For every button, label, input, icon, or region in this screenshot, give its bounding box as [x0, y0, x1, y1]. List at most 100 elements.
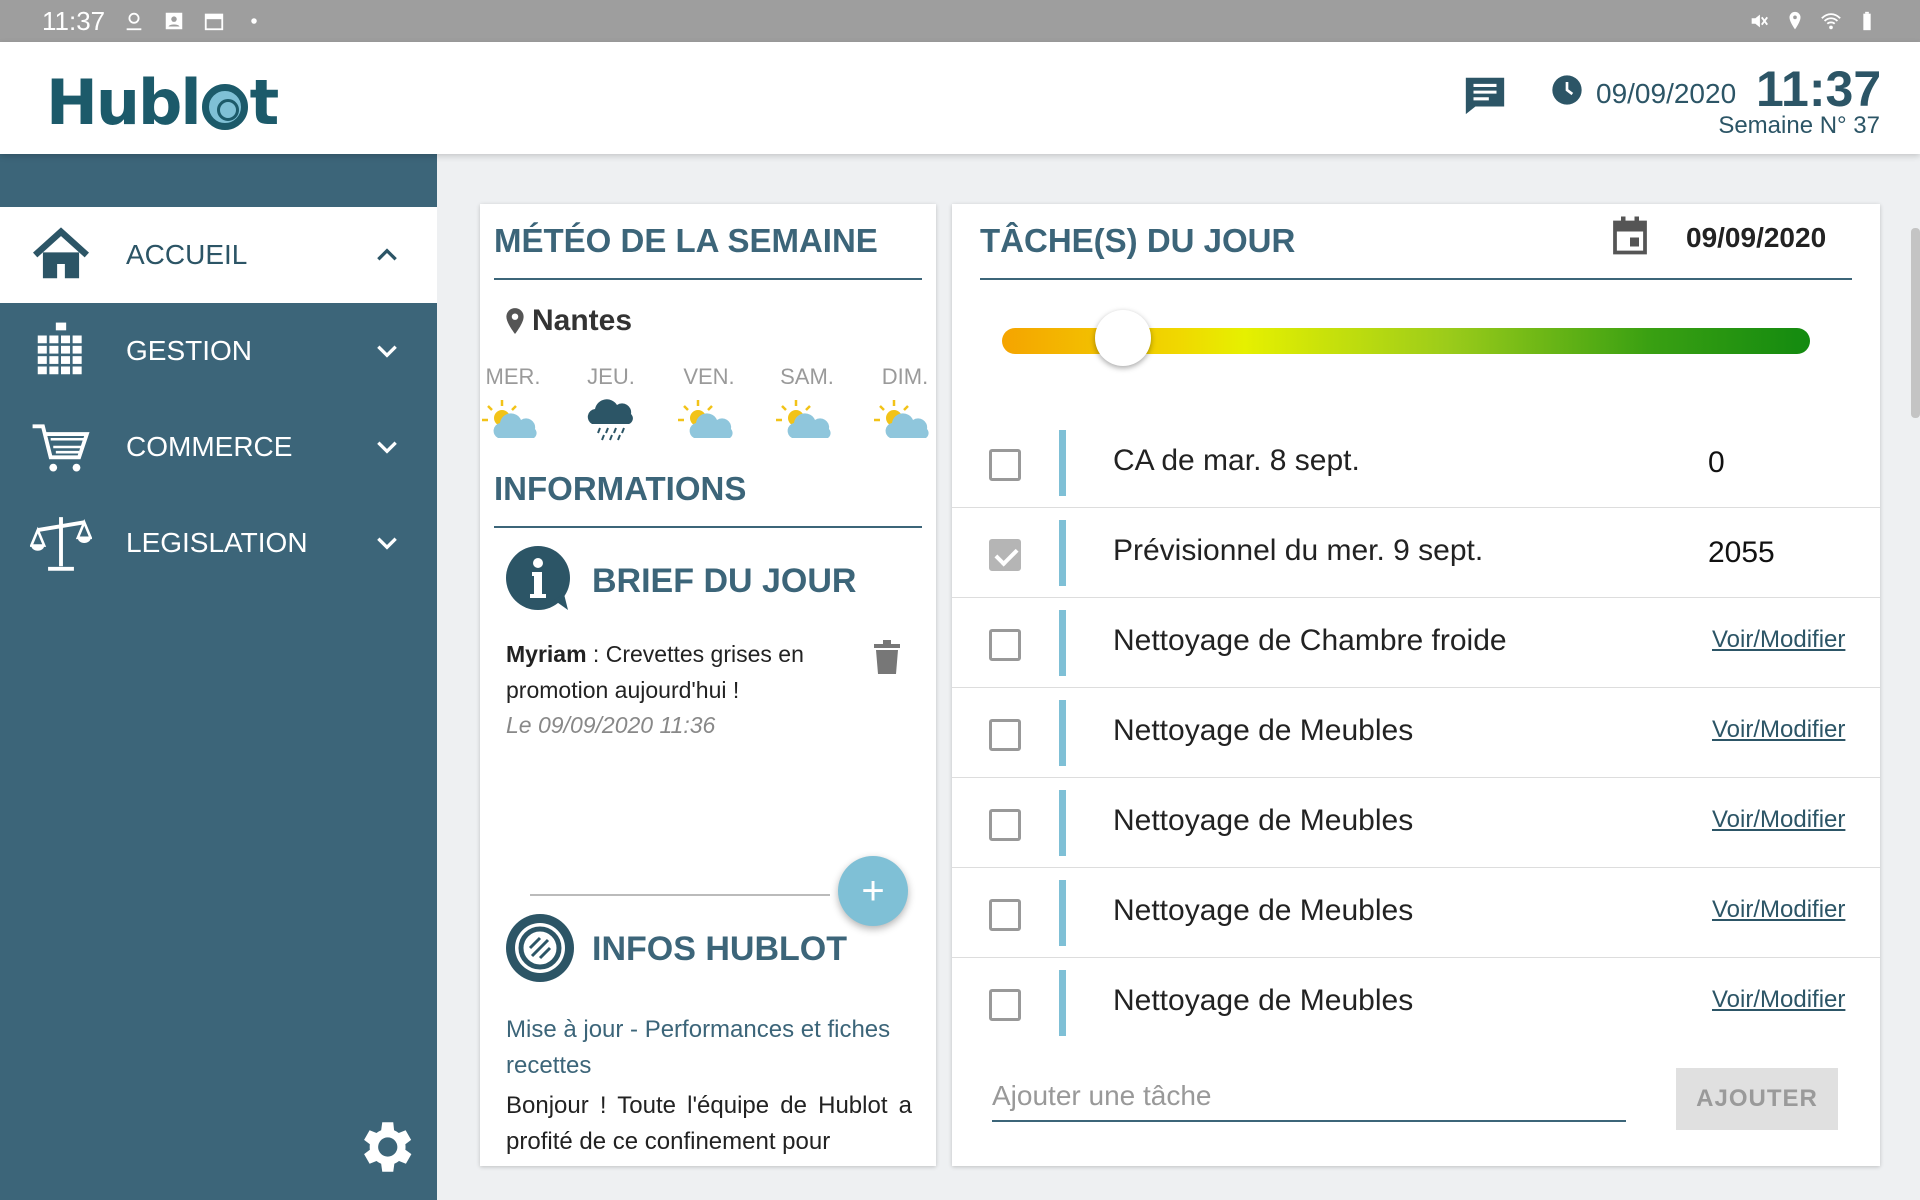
task-checkbox[interactable]	[989, 539, 1021, 571]
task-checkbox[interactable]	[989, 989, 1021, 1021]
brief-message: Myriam : Crevettes grises en promotion a…	[506, 636, 836, 708]
wifi-icon	[1821, 13, 1841, 30]
sidebar-item-label: LEGISLATION	[126, 527, 308, 558]
task-value: 2055	[1708, 536, 1775, 569]
task-checkbox[interactable]	[989, 809, 1021, 841]
app-header: Hubl t 09/09/2020 11:37 Semaine N° 37	[0, 42, 1920, 154]
location-icon	[1789, 11, 1801, 30]
map-pin-icon	[506, 308, 524, 334]
progress-slider-thumb[interactable]	[1095, 310, 1152, 366]
divider	[980, 278, 1852, 280]
divider	[494, 278, 922, 280]
sidebar-item-accueil[interactable]: ACCUEIL	[0, 207, 437, 303]
chevron-down-icon[interactable]	[374, 434, 400, 460]
task-label: Prévisionnel du mer. 9 sept.	[1113, 534, 1484, 567]
task-color-bar	[1059, 970, 1066, 1036]
news-body: Bonjour ! Toute l'équipe de Hublot a pro…	[506, 1092, 912, 1155]
sun-cloud-icon	[482, 400, 537, 438]
tasks-date[interactable]: 09/09/2020	[1686, 222, 1826, 254]
message-icon[interactable]	[1462, 72, 1508, 118]
sidebar-item-commerce[interactable]: COMMERCE	[0, 399, 437, 495]
clock-icon	[1552, 75, 1582, 105]
task-checkbox[interactable]	[989, 899, 1021, 931]
calendar-notification-icon	[204, 13, 224, 31]
task-row: Prévisionnel du mer. 9 sept. 2055	[952, 508, 1880, 598]
task-row: CA de mar. 8 sept. 0	[952, 418, 1880, 508]
day-label: MER.	[485, 364, 541, 389]
chevron-down-icon[interactable]	[374, 530, 400, 556]
task-color-bar	[1059, 790, 1066, 856]
sidebar-item-label: GESTION	[126, 335, 253, 366]
location-notification-icon	[126, 12, 142, 31]
weather-days: MER. JEU. VEN. SAM. DIM.	[480, 364, 936, 444]
task-label: CA de mar. 8 sept.	[1113, 444, 1360, 477]
porthole-icon	[201, 83, 248, 130]
sun-cloud-icon	[776, 400, 831, 438]
task-label: Nettoyage de Meubles	[1113, 714, 1414, 747]
add-task-input[interactable]	[992, 1072, 1626, 1122]
task-label: Nettoyage de Chambre froide	[1113, 624, 1507, 657]
rain-cloud-icon	[587, 399, 633, 441]
city-label: Nantes	[504, 304, 632, 338]
dot-icon	[251, 18, 257, 24]
add-task-button[interactable]: AJOUTER	[1676, 1068, 1838, 1130]
info-bubble-icon	[506, 546, 570, 610]
news-title-link[interactable]: Mise à jour - Performances et fiches rec…	[506, 1012, 906, 1084]
city-name: Nantes	[532, 304, 633, 337]
porthole-icon	[506, 914, 574, 982]
sidebar-item-gestion[interactable]: GESTION	[0, 303, 437, 399]
header-date: 09/09/2020	[1596, 78, 1737, 109]
weather-day: SAM.	[762, 364, 852, 449]
trash-icon[interactable]	[874, 640, 900, 674]
weather-day: VEN.	[664, 364, 754, 449]
task-color-bar	[1059, 430, 1066, 496]
divider	[530, 894, 830, 896]
task-checkbox[interactable]	[989, 719, 1021, 751]
sidebar-item-label: COMMERCE	[126, 431, 293, 462]
building-icon	[37, 322, 82, 375]
view-edit-link[interactable]: Voir/Modifier	[1712, 626, 1845, 654]
logo-text-end: t	[249, 66, 280, 139]
task-row: Nettoyage de Meubles Voir/Modifier	[952, 778, 1880, 868]
task-color-bar	[1059, 520, 1066, 586]
sun-cloud-icon	[678, 400, 733, 438]
task-label: Nettoyage de Meubles	[1113, 984, 1414, 1017]
calendar-icon[interactable]	[1612, 216, 1648, 256]
task-checkbox[interactable]	[989, 449, 1021, 481]
task-row: Nettoyage de Meubles Voir/Modifier	[952, 958, 1880, 1048]
weather-day: JEU.	[566, 364, 656, 449]
weather-day: DIM.	[860, 364, 936, 449]
view-edit-link[interactable]: Voir/Modifier	[1712, 716, 1845, 744]
view-edit-link[interactable]: Voir/Modifier	[1712, 806, 1845, 834]
gear-icon[interactable]	[352, 1114, 418, 1180]
week-number: Semaine N° 37	[1718, 112, 1880, 139]
hublot-logo[interactable]: Hubl t	[46, 66, 280, 139]
task-checkbox[interactable]	[989, 629, 1021, 661]
day-label: SAM.	[780, 364, 834, 389]
view-edit-link[interactable]: Voir/Modifier	[1712, 896, 1845, 924]
chevron-down-icon[interactable]	[374, 338, 400, 364]
add-info-button[interactable]: +	[838, 856, 908, 926]
task-value: 0	[1708, 446, 1725, 479]
sidebar: ACCUEIL GESTION COMMERCE LEGISLATION	[0, 154, 437, 1200]
scales-icon	[30, 517, 92, 571]
chevron-up-icon[interactable]	[374, 242, 400, 268]
brief-title: BRIEF DU JOUR	[592, 562, 857, 600]
sidebar-item-legislation[interactable]: LEGISLATION	[0, 495, 437, 591]
status-time: 11:37	[42, 5, 106, 36]
day-label: JEU.	[587, 364, 635, 389]
divider	[494, 526, 922, 528]
view-edit-link[interactable]: Voir/Modifier	[1712, 986, 1845, 1014]
day-label: DIM.	[881, 364, 929, 389]
task-row: Nettoyage de Chambre froide Voir/Modifie…	[952, 598, 1880, 688]
house-icon	[33, 227, 89, 279]
day-label: VEN.	[683, 364, 735, 389]
sun-cloud-icon	[874, 400, 929, 438]
task-label: Nettoyage de Meubles	[1113, 894, 1414, 927]
sidebar-item-label: ACCUEIL	[126, 239, 248, 270]
logo-text-start: Hubl	[46, 66, 202, 139]
brief-author: Myriam	[506, 641, 587, 667]
weather-day: MER.	[480, 364, 558, 449]
task-color-bar	[1059, 700, 1066, 766]
scrollbar[interactable]	[1911, 228, 1920, 418]
